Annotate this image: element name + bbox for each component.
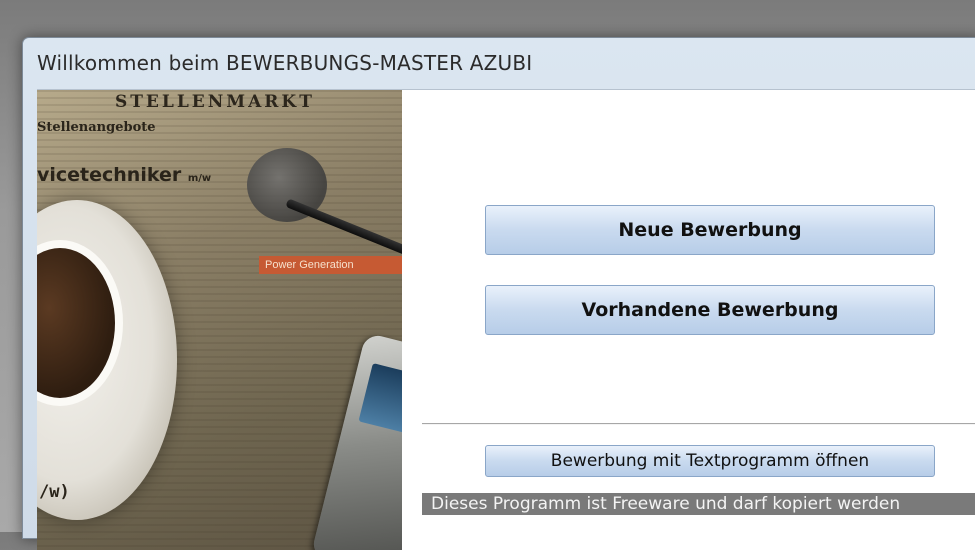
photo-banner: Power Generation — [259, 256, 402, 274]
divider — [422, 423, 975, 425]
photo-job-text: vicetechniker — [37, 164, 182, 186]
photo-heading: STELLENMARKT — [115, 92, 315, 112]
client-area: STELLENMARKT Stellenangebote vicetechnik… — [37, 89, 975, 550]
stellenmarkt-photo: STELLENMARKT Stellenangebote vicetechnik… — [37, 90, 402, 550]
status-bar: Dieses Programm ist Freeware und darf ko… — [422, 493, 975, 515]
window-title: Willkommen beim BEWERBUNGS-MASTER AZUBI — [37, 51, 533, 75]
application-window: Willkommen beim BEWERBUNGS-MASTER AZUBI … — [22, 37, 975, 550]
photo-subheading: Stellenangebote — [37, 120, 156, 135]
photo-job-title: vicetechniker m/w — [37, 164, 211, 186]
photo-job-suffix: m/w — [187, 173, 212, 184]
photo-bottom-text: /w) — [39, 482, 70, 502]
new-application-button[interactable]: Neue Bewerbung — [485, 205, 935, 255]
title-bar[interactable]: Willkommen beim BEWERBUNGS-MASTER AZUBI — [23, 38, 975, 88]
open-with-text-program-button[interactable]: Bewerbung mit Textprogramm öffnen — [485, 445, 935, 477]
existing-application-button[interactable]: Vorhandene Bewerbung — [485, 285, 935, 335]
